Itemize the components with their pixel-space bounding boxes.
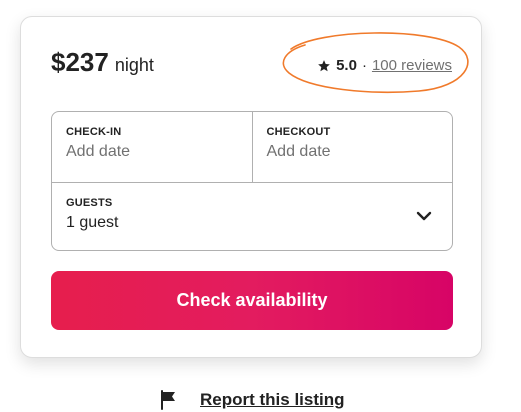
report-listing-link[interactable]: Report this listing <box>200 390 345 410</box>
booking-inputs: CHECK-IN Add date CHECKOUT Add date GUES… <box>51 111 453 251</box>
date-row: CHECK-IN Add date CHECKOUT Add date <box>52 112 452 183</box>
price-row: $237 night <box>51 47 154 78</box>
price-unit: night <box>114 55 154 75</box>
guests-selector[interactable]: GUESTS 1 guest <box>52 182 452 252</box>
checkout-label: CHECKOUT <box>266 126 331 138</box>
check-availability-button[interactable]: Check availability <box>51 271 453 330</box>
rating-summary: 5.0 · 100 reviews <box>317 57 452 74</box>
report-row: Report this listing <box>160 390 345 410</box>
reviews-link[interactable]: 100 reviews <box>372 57 452 74</box>
nightly-price: $237 <box>51 47 109 77</box>
checkout-field[interactable]: CHECKOUT Add date <box>251 112 453 182</box>
rating-value: 5.0 <box>336 57 357 74</box>
checkout-placeholder: Add date <box>266 143 331 160</box>
checkin-placeholder: Add date <box>66 143 131 160</box>
flag-icon <box>161 390 175 410</box>
rating-separator: · <box>361 57 367 74</box>
guests-value: 1 guest <box>66 214 119 231</box>
checkin-label: CHECK-IN <box>66 126 122 138</box>
star-icon <box>318 59 330 71</box>
chevron-down-icon[interactable] <box>416 210 432 222</box>
booking-card: $237 night 5.0 · 100 reviews CHECK-IN Ad… <box>20 16 482 358</box>
guests-label: GUESTS <box>66 197 113 209</box>
checkin-field[interactable]: CHECK-IN Add date <box>52 112 252 182</box>
